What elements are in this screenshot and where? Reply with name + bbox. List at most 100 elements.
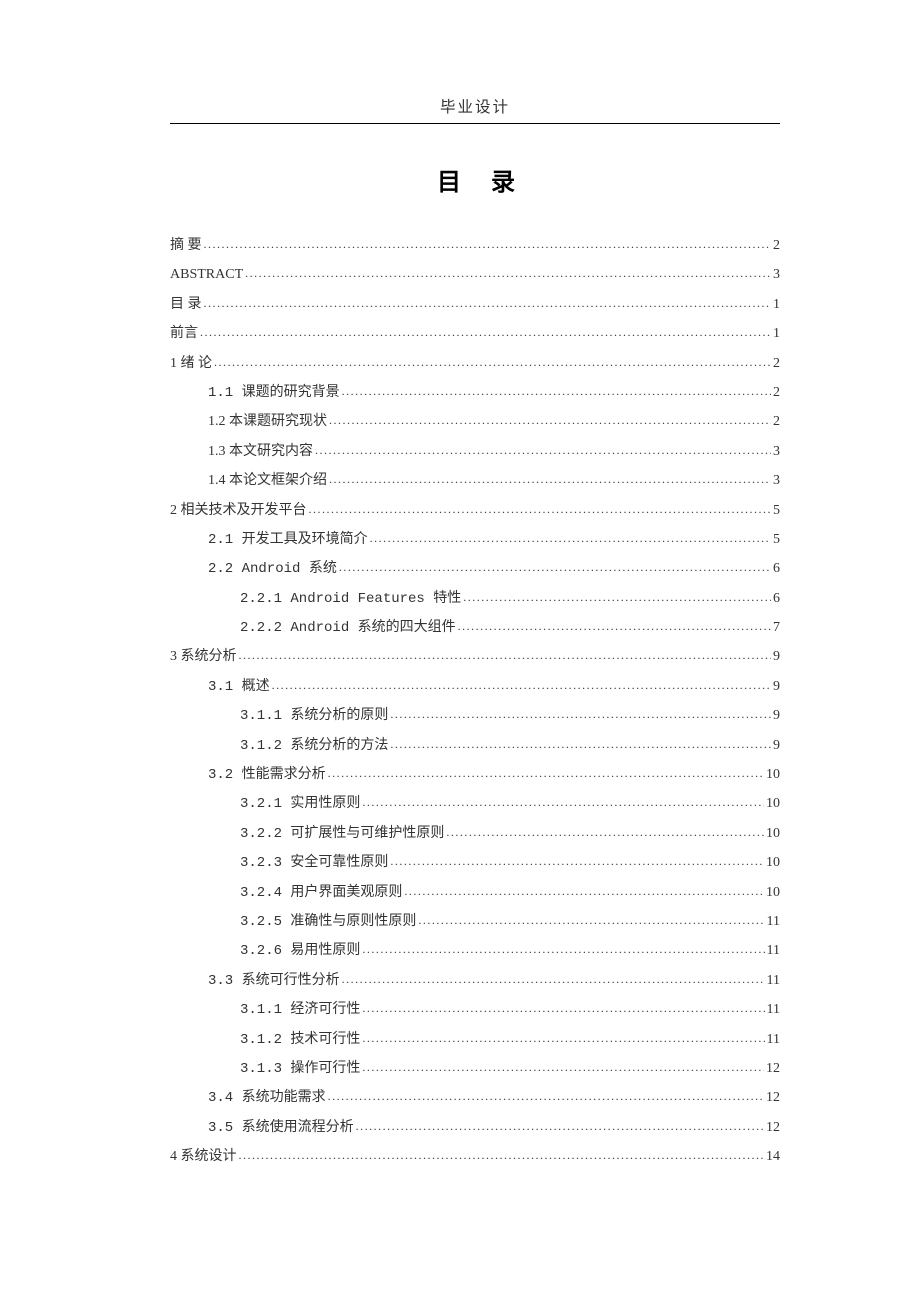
toc-entry: 3.2.5 准确性与原则性原则 11 [170, 915, 780, 929]
toc-leader-dots [214, 356, 771, 368]
toc-leader-dots [200, 326, 771, 338]
page-header: 毕业设计 [170, 95, 780, 123]
toc-leader-dots [356, 1120, 764, 1132]
toc-leader-dots [204, 297, 772, 309]
document-page: 毕业设计 目 录 摘 要2ABSTRACT3目 录1前言11 绪 论21.1 课… [0, 0, 920, 1164]
toc-entry-page: 11 [767, 974, 780, 988]
toc-entry-label: 3.2.3 安全可靠性原则 [240, 856, 388, 870]
toc-entry-page: 10 [766, 886, 780, 900]
toc-entry: 2 相关技术及开发平台 5 [170, 504, 780, 518]
toc-entry: 3.4 系统功能需求 12 [170, 1091, 780, 1105]
toc-entry-page: 2 [773, 386, 780, 400]
toc-entry: 3.2.3 安全可靠性原则10 [170, 856, 780, 870]
toc-leader-dots [362, 943, 764, 955]
header-rule [170, 123, 780, 124]
toc-leader-dots [404, 885, 764, 897]
toc-entry-page: 2 [773, 239, 780, 253]
toc-leader-dots [390, 855, 764, 867]
toc-entry: 3.2.6 易用性原则 11 [170, 944, 780, 958]
toc-entry-page: 9 [773, 680, 780, 694]
toc-entry-label: 3.3 系统可行性分析 [208, 974, 340, 988]
toc-entry-page: 6 [773, 562, 780, 576]
toc-entry-label: 2.1 开发工具及环境简介 [208, 533, 368, 547]
toc-entry-page: 5 [773, 504, 780, 518]
toc-entry-label: ABSTRACT [170, 268, 243, 282]
toc-entry-label: 3.2.5 准确性与原则性原则 [240, 915, 416, 929]
toc-entry-label: 1.4 本论文框架介绍 [208, 474, 327, 488]
toc-entry-page: 3 [773, 474, 780, 488]
toc-entry-label: 3.1.1 经济可行性 [240, 1003, 360, 1017]
toc-entry-page: 12 [766, 1091, 780, 1105]
toc-entry-label: 3.5 系统使用流程分析 [208, 1121, 354, 1135]
toc-leader-dots [390, 708, 771, 720]
toc-entry-page: 5 [773, 533, 780, 547]
toc-entry: 1 绪 论 2 [170, 357, 780, 371]
toc-leader-dots [315, 444, 771, 456]
toc-leader-dots [390, 738, 771, 750]
toc-leader-dots [328, 1090, 764, 1102]
toc-entry-label: 摘 要 [170, 239, 202, 253]
toc-entry: 目 录 1 [170, 298, 780, 312]
toc-entry: 3.1.2 系统分析的方法9 [170, 739, 780, 753]
toc-leader-dots [362, 1061, 764, 1073]
toc-entry-label: 3.2 性能需求分析 [208, 768, 326, 782]
toc-leader-dots [370, 532, 771, 544]
toc-entry-page: 3 [773, 445, 780, 459]
toc-leader-dots [339, 561, 771, 573]
toc-entry-page: 12 [766, 1121, 780, 1135]
toc-leader-dots [362, 1002, 764, 1014]
toc-entry-label: 2.2 Android 系统 [208, 562, 337, 576]
toc-entry: 2.2.2 Android 系统的四大组件 7 [170, 621, 780, 635]
toc-entry-page: 11 [767, 944, 780, 958]
toc-entry-page: 3 [773, 268, 780, 282]
toc-entry: 2.2.1 Android Features 特性6 [170, 592, 780, 606]
toc-entry: 1.1 课题的研究背景2 [170, 386, 780, 400]
toc-entry: 摘 要 2 [170, 239, 780, 253]
toc-entry-label: 4 系统设计 [170, 1150, 237, 1164]
toc-entry: 3.2.1 实用性原则10 [170, 797, 780, 811]
toc-entry-label: 目 录 [170, 298, 202, 312]
toc-entry-page: 1 [773, 298, 780, 312]
toc-entry-label: 1 绪 论 [170, 357, 212, 371]
toc-entry: ABSTRACT 3 [170, 268, 780, 282]
toc-entry-label: 前言 [170, 327, 198, 341]
toc-entry-page: 2 [773, 357, 780, 371]
toc-entry-label: 3.1.1 系统分析的原则 [240, 709, 388, 723]
toc-entry-page: 11 [767, 1003, 780, 1017]
toc-leader-dots [458, 620, 771, 632]
toc-entry-label: 3.2.1 实用性原则 [240, 797, 360, 811]
toc-entry: 3 系统分析9 [170, 650, 780, 664]
toc-leader-dots [204, 238, 772, 250]
toc-entry: 2.2 Android 系统 6 [170, 562, 780, 576]
toc-entry-page: 11 [767, 915, 780, 929]
toc-leader-dots [342, 973, 765, 985]
toc-entry-label: 3.1.2 系统分析的方法 [240, 739, 388, 753]
toc-entry-page: 12 [766, 1062, 780, 1076]
toc-entry-label: 3.2.6 易用性原则 [240, 944, 360, 958]
toc-leader-dots [328, 767, 764, 779]
toc-entry-label: 1.3 本文研究内容 [208, 445, 313, 459]
toc-entry: 3.2.4 用户界面美观原则10 [170, 886, 780, 900]
toc-leader-dots [362, 1032, 764, 1044]
toc-entry: 3.2 性能需求分析10 [170, 768, 780, 782]
toc-entry-label: 3.1 概述 [208, 680, 270, 694]
toc-entry-label: 2 相关技术及开发平台 [170, 504, 307, 518]
toc-entry: 前言 1 [170, 327, 780, 341]
toc-entry-label: 2.2.2 Android 系统的四大组件 [240, 621, 456, 635]
toc-entry-page: 2 [773, 415, 780, 429]
toc-entry: 3.1.2 技术可行性11 [170, 1033, 780, 1047]
toc-entry-page: 7 [773, 621, 780, 635]
toc-entry: 3.2.2 可扩展性与可维护性原则10 [170, 827, 780, 841]
toc-entry: 1.3 本文研究内容 3 [170, 445, 780, 459]
toc-leader-dots [272, 679, 771, 691]
toc-entry: 3.3 系统可行性分析 11 [170, 974, 780, 988]
toc-leader-dots [342, 385, 771, 397]
toc-entry-page: 1 [773, 327, 780, 341]
toc-leader-dots [463, 591, 771, 603]
toc-leader-dots [362, 796, 764, 808]
toc-entry-label: 3.4 系统功能需求 [208, 1091, 326, 1105]
toc-entry-label: 3.1.3 操作可行性 [240, 1062, 360, 1076]
toc-entry-label: 3 系统分析 [170, 650, 237, 664]
toc-entry-label: 1.2 本课题研究现状 [208, 415, 327, 429]
toc-leader-dots [446, 826, 764, 838]
